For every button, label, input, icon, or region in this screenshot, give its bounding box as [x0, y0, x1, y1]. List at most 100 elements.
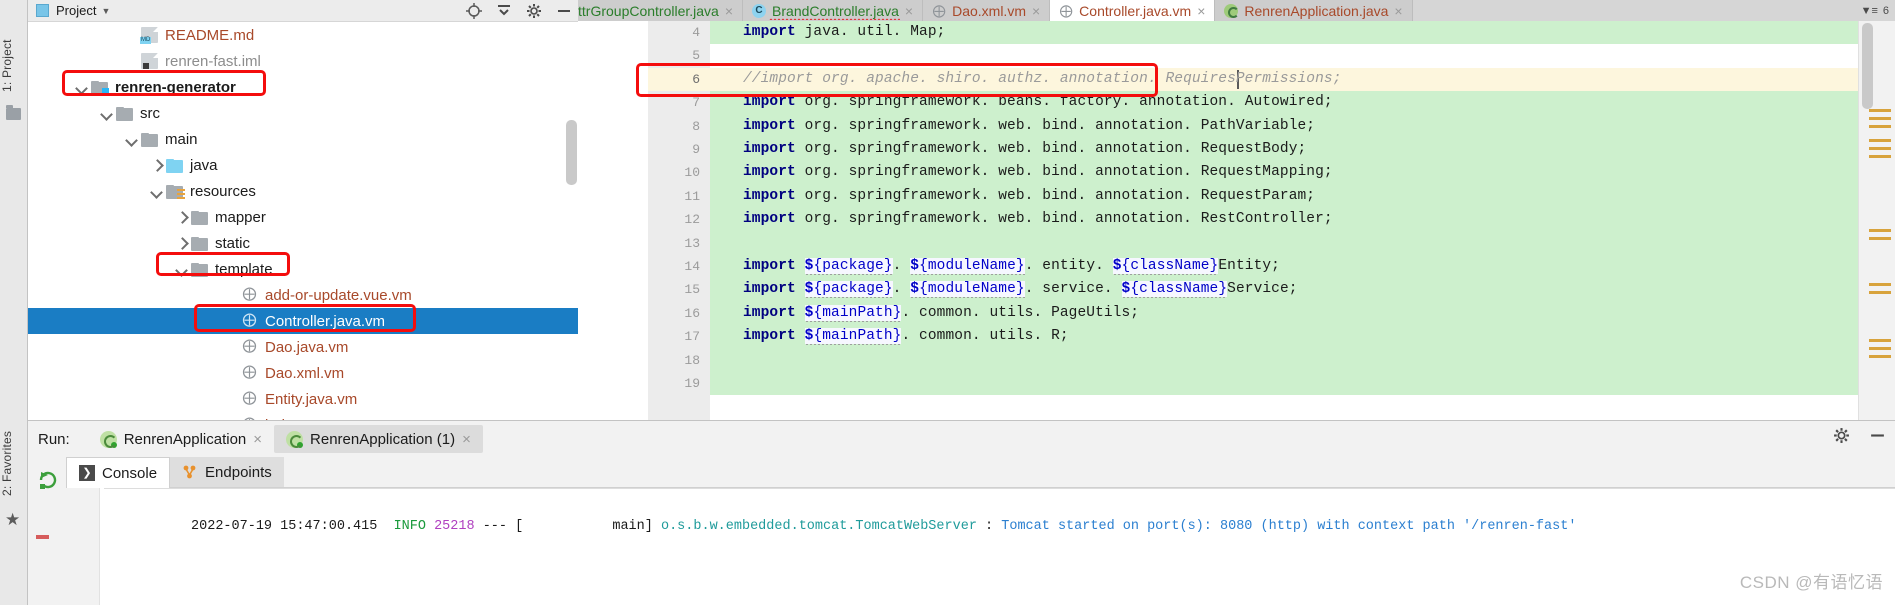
close-icon[interactable]: ×: [462, 431, 471, 448]
code-editor[interactable]: 4 5 6 7 8 9 10 11 12 13 14 15 16 17 18 19 import java. …: [578, 21, 1895, 420]
marker-stripe[interactable]: [1869, 109, 1891, 112]
marker-stripe[interactable]: [1869, 125, 1891, 128]
code-line[interactable]: import ${mainPath}. common. utils. PageU…: [743, 302, 1139, 325]
project-tree[interactable]: README.md renren-fast.iml renren-generator…: [28, 22, 578, 420]
spring-boot-run-icon: [99, 430, 117, 448]
tree-item-renren-generator[interactable]: renren-generator: [28, 74, 578, 100]
code-text: org. springframework. web. bind. annotat…: [804, 211, 1333, 228]
tree-item-dao-xml-vm[interactable]: ⨁ Dao.xml.vm: [28, 360, 578, 386]
marker-stripe[interactable]: [1869, 355, 1891, 358]
project-tree-scrollbar[interactable]: [566, 120, 577, 185]
run-subtabs[interactable]: ❯ Console Endpoints: [66, 457, 1895, 488]
tree-item-dao-java-vm[interactable]: ⨁ Dao.java.vm: [28, 334, 578, 360]
tree-item-template[interactable]: template: [28, 256, 578, 282]
chevron-open-icon[interactable]: [175, 263, 188, 276]
code-line[interactable]: import org. springframework. web. bind. …: [743, 115, 1315, 138]
tree-item-readme-md[interactable]: README.md: [28, 22, 578, 48]
tree-item-add-or-update-vue-vm[interactable]: ⨁ add-or-update.vue.vm: [28, 282, 578, 308]
tree-item-main[interactable]: main: [28, 126, 578, 152]
velocity-file-icon: ⨁: [242, 287, 257, 302]
tree-item-entity-java-vm[interactable]: ⨁ Entity.java.vm: [28, 386, 578, 412]
line-number: 10: [684, 165, 700, 181]
marker-stripe[interactable]: [1869, 139, 1891, 142]
line-number: 18: [684, 352, 700, 368]
code-line[interactable]: import org. springframework. beans. fact…: [743, 91, 1333, 114]
editor-scrollbar[interactable]: [1862, 23, 1873, 109]
sidebar-tab-project[interactable]: 1: Project: [0, 6, 28, 92]
marker-stripe[interactable]: [1869, 347, 1891, 350]
chevron-closed-icon[interactable]: [175, 211, 188, 224]
stop-icon[interactable]: [36, 535, 49, 539]
editor-tab-dao-xml-vm[interactable]: ⨁ Dao.xml.vm ×: [923, 0, 1051, 21]
console-subtab-console[interactable]: ❯ Console: [66, 457, 171, 488]
chevron-closed-icon[interactable]: [175, 237, 188, 250]
star-icon[interactable]: ★: [5, 511, 21, 528]
tree-item-mapper[interactable]: mapper: [28, 204, 578, 230]
chevron-down-list-icon[interactable]: ▼≡: [1861, 5, 1878, 17]
close-icon[interactable]: ×: [253, 431, 262, 448]
code-line[interactable]: import org. springframework. web. bind. …: [743, 138, 1306, 161]
line-number: 16: [684, 305, 700, 321]
code-line[interactable]: //import org. apache. shiro. authz. anno…: [743, 68, 1342, 91]
tree-item-src[interactable]: src: [28, 100, 578, 126]
code-line[interactable]: import org. springframework. web. bind. …: [743, 185, 1315, 208]
close-icon[interactable]: ×: [1197, 4, 1205, 18]
console-output[interactable]: 2022-07-19 15:47:00.415 INFO 25218 --- […: [66, 488, 1895, 605]
code-line[interactable]: import ${package}. ${moduleName}. entity…: [743, 255, 1280, 278]
close-icon[interactable]: ×: [905, 4, 913, 18]
minimize-icon[interactable]: [1869, 427, 1885, 443]
marker-stripe[interactable]: [1869, 237, 1891, 240]
folder-icon: [141, 132, 158, 147]
marker-stripe[interactable]: [1869, 117, 1891, 120]
collapse-all-icon[interactable]: [496, 3, 512, 19]
tree-item-java[interactable]: java: [28, 152, 578, 178]
chevron-open-icon[interactable]: [125, 133, 138, 146]
editor-tab-renrenapplication-java[interactable]: RenrenApplication.java ×: [1215, 0, 1413, 21]
close-icon[interactable]: ×: [1394, 4, 1402, 18]
target-icon[interactable]: [466, 3, 482, 19]
editor-marker-gutter[interactable]: [1858, 21, 1895, 420]
tree-item-renren-fast-iml[interactable]: renren-fast.iml: [28, 48, 578, 74]
marker-stripe[interactable]: [1869, 147, 1891, 150]
marker-stripe[interactable]: [1869, 155, 1891, 158]
tab-overflow-control[interactable]: ▼≡ 6: [1854, 0, 1895, 21]
tree-item-static[interactable]: static: [28, 230, 578, 256]
gear-icon[interactable]: [1833, 427, 1849, 443]
chevron-down-icon[interactable]: ▼: [101, 6, 110, 16]
tree-item-index-vue-vm[interactable]: ⨁index.vue.vm: [28, 412, 578, 421]
marker-stripe[interactable]: [1869, 339, 1891, 342]
code-line[interactable]: import ${package}. ${moduleName}. servic…: [743, 278, 1298, 301]
line-number: 12: [684, 212, 700, 228]
tree-item-controller-java-vm[interactable]: ⨁ Controller.java.vm: [28, 308, 578, 334]
close-icon[interactable]: ×: [725, 4, 733, 18]
rerun-icon[interactable]: [37, 469, 57, 489]
gear-icon[interactable]: [526, 3, 542, 19]
code-keyword: import: [743, 281, 796, 298]
console-subtab-endpoints[interactable]: Endpoints: [170, 457, 284, 487]
folder-icon[interactable]: [6, 105, 22, 124]
editor-tab-ttrgroupcontroller-java[interactable]: ttrGroupController.java ×: [578, 0, 744, 21]
run-tab-renrenapplication[interactable]: RenrenApplication ×: [88, 425, 274, 453]
sidebar-tab-favorites[interactable]: 2: Favorites: [0, 400, 28, 496]
marker-stripe[interactable]: [1869, 291, 1891, 294]
run-tab-renrenapplication-1-[interactable]: RenrenApplication (1) ×: [274, 425, 483, 453]
run-configuration-tabs[interactable]: RenrenApplication × RenrenApplication (1) ×: [88, 425, 483, 453]
marker-stripe[interactable]: [1869, 229, 1891, 232]
code-line[interactable]: import java. util. Map;: [743, 21, 945, 44]
code-line[interactable]: import ${mainPath}. common. utils. R;: [743, 325, 1069, 348]
code-line[interactable]: import org. springframework. web. bind. …: [743, 161, 1333, 184]
close-icon[interactable]: ×: [1032, 4, 1040, 18]
editor-tab-controller-java-vm[interactable]: ⨁ Controller.java.vm ×: [1050, 0, 1216, 21]
chevron-open-icon[interactable]: [100, 107, 113, 120]
hide-icon[interactable]: [556, 3, 572, 19]
project-tool-window: Project ▼ README.md renren-fast.iml renren…: [28, 0, 578, 420]
code-line[interactable]: import org. springframework. web. bind. …: [743, 208, 1333, 231]
editor-tab-brandcontroller-java[interactable]: C BrandController.java ×: [743, 0, 924, 21]
editor-tab-bar[interactable]: ttrGroupController.java × C BrandController…: [578, 0, 1895, 21]
chevron-open-icon[interactable]: [150, 185, 163, 198]
chevron-open-icon[interactable]: [75, 81, 88, 94]
chevron-closed-icon[interactable]: [150, 159, 163, 172]
tree-item-resources[interactable]: resources: [28, 178, 578, 204]
marker-stripe[interactable]: [1869, 283, 1891, 286]
